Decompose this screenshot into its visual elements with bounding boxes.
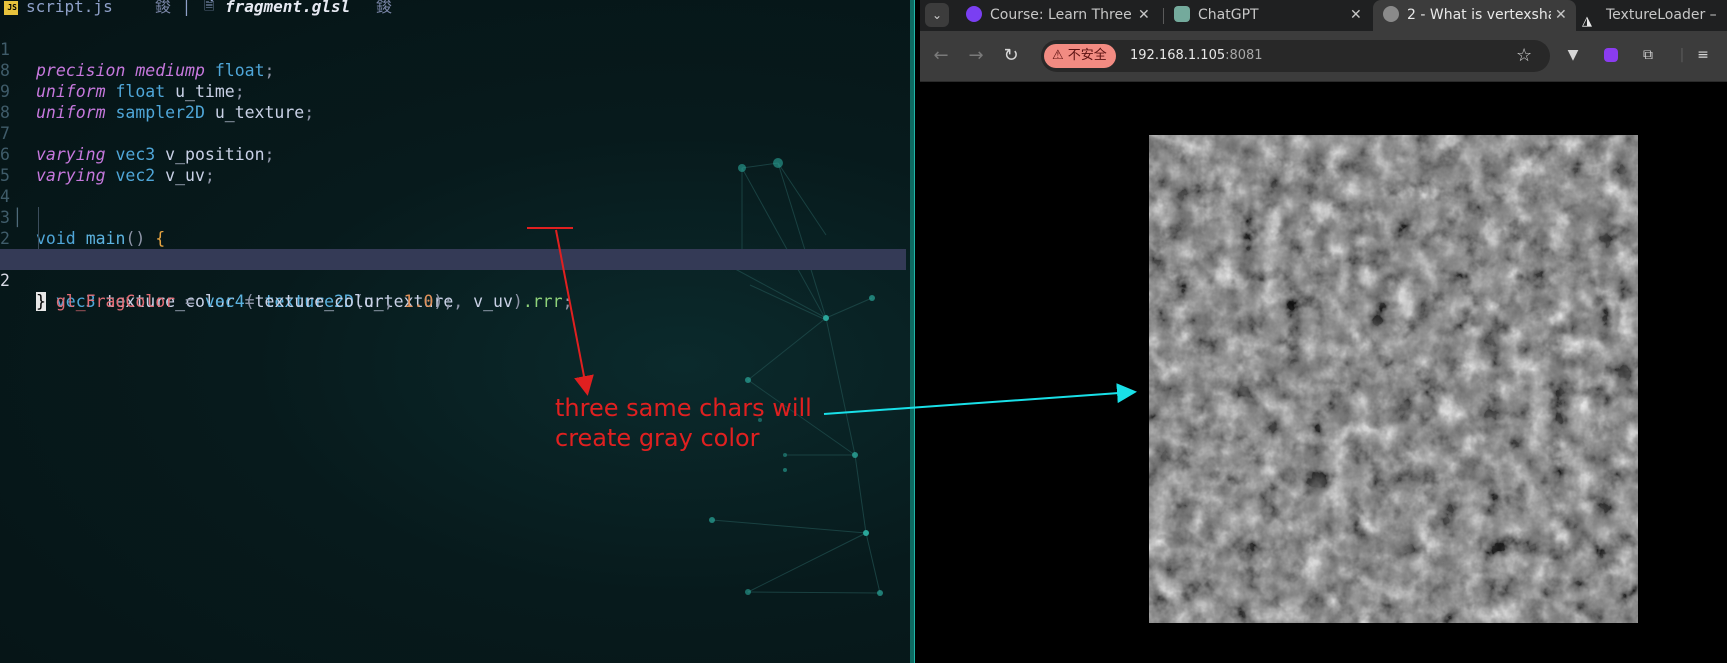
tab-separator: [1163, 8, 1164, 24]
code-line: 2 ▏ vec3 texture_color = texture2D(u_tex…: [0, 207, 906, 311]
file-icon: 🗎: [204, 0, 215, 14]
tab-search-icon[interactable]: ⌄: [925, 3, 949, 27]
code-text: gl_FragColor = vec4(texture_color, 1.0);: [55, 292, 454, 311]
editor-tab-bar: JS script.js 鋑 ▏ 🗎 fragment.glsl 鋑: [0, 0, 910, 17]
code-line: 8: [0, 81, 906, 122]
grayscale-flower-texture: [1149, 135, 1638, 623]
extensions-puzzle-icon[interactable]: ⧉: [1638, 45, 1658, 65]
toolbar-separator: |: [1679, 47, 1685, 63]
code-line: 1 gl_FragColor = vec4(texture_color, 1.0…: [0, 228, 906, 311]
warning-icon: ⚠: [1052, 48, 1064, 63]
close-icon[interactable]: ✕: [1138, 0, 1150, 30]
modified-indicator-icon: 鋑: [155, 0, 172, 16]
code-line: 4: [0, 165, 906, 206]
code-line-current: 2 }: [0, 249, 906, 311]
modified-indicator-icon: 鋑: [376, 0, 393, 16]
globe-icon: [1383, 6, 1399, 22]
editor-tab-script-js[interactable]: script.js: [26, 0, 113, 15]
extension-purple-icon[interactable]: [1601, 45, 1621, 65]
pane-divider-edge: [914, 0, 915, 663]
indent-guide: [38, 228, 39, 249]
browser-tab-course[interactable]: Course: Learn Three ✕: [958, 0, 1166, 31]
code-line: 8 uniform float u_time;: [0, 39, 906, 101]
tab-separator: ▏: [186, 0, 196, 16]
browser-tab-active[interactable]: 2 - What is vertexsha ✕: [1373, 0, 1576, 31]
code-line: 3 void main() {: [0, 186, 906, 248]
code-line: 5: [0, 144, 906, 185]
bookmark-star-icon[interactable]: ☆: [1516, 42, 1532, 70]
threejs-icon: ◮: [1582, 14, 1592, 29]
browser-tab-chatgpt[interactable]: ChatGPT ✕: [1166, 0, 1374, 31]
browser-tab-textureloader[interactable]: ◮ TextureLoader –: [1574, 0, 1727, 31]
browser-window: ⌄ Course: Learn Three ✕ ChatGPT ✕ 2 - Wh…: [920, 0, 1727, 663]
browser-toolbar: ← → ↻ ⚠ 不安全 192.168.1.105:8081 ☆ ▼ ⧉ | ≡: [920, 31, 1727, 82]
close-icon[interactable]: ✕: [1350, 0, 1362, 30]
indent-guide: [38, 207, 39, 228]
web-page-content: [920, 82, 1727, 663]
editor-tab-fragment-glsl[interactable]: fragment.glsl: [225, 0, 350, 15]
reload-icon[interactable]: ↻: [998, 43, 1024, 69]
back-arrow-icon[interactable]: ←: [928, 43, 954, 69]
url-text[interactable]: 192.168.1.105:8081: [1130, 40, 1263, 72]
address-bar[interactable]: [1041, 40, 1550, 72]
git-change-marker: ▏: [17, 208, 27, 227]
close-icon[interactable]: ✕: [1551, 0, 1567, 30]
code-editor[interactable]: JS script.js 鋑 ▏ 🗎 fragment.glsl 鋑 1 pre…: [0, 0, 910, 663]
not-secure-chip[interactable]: ⚠ 不安全: [1044, 44, 1116, 68]
annotation-line-2: create gray color: [555, 424, 760, 452]
code-text: }: [36, 291, 46, 312]
annotation-text: three same chars will create gray color: [555, 393, 812, 453]
forward-arrow-icon[interactable]: →: [963, 43, 989, 69]
course-icon: [966, 6, 982, 22]
text-cursor: }: [36, 292, 46, 311]
code-line: 9 uniform sampler2D u_texture;: [0, 60, 906, 122]
line-number: 2: [0, 271, 10, 290]
code-line: 7 varying vec3 v_position;: [0, 102, 906, 164]
extension-vpn-icon[interactable]: ▼: [1563, 45, 1583, 65]
javascript-file-icon: JS: [4, 1, 18, 15]
annotation-line-1: three same chars will: [555, 394, 812, 422]
browser-tab-strip: ⌄ Course: Learn Three ✕ ChatGPT ✕ 2 - Wh…: [920, 0, 1727, 31]
chatgpt-icon: [1174, 6, 1190, 22]
reading-list-icon[interactable]: ≡: [1693, 45, 1713, 65]
code-line: 1 precision mediump float;: [0, 18, 906, 80]
code-line: 6 varying vec2 v_uv;: [0, 123, 906, 185]
